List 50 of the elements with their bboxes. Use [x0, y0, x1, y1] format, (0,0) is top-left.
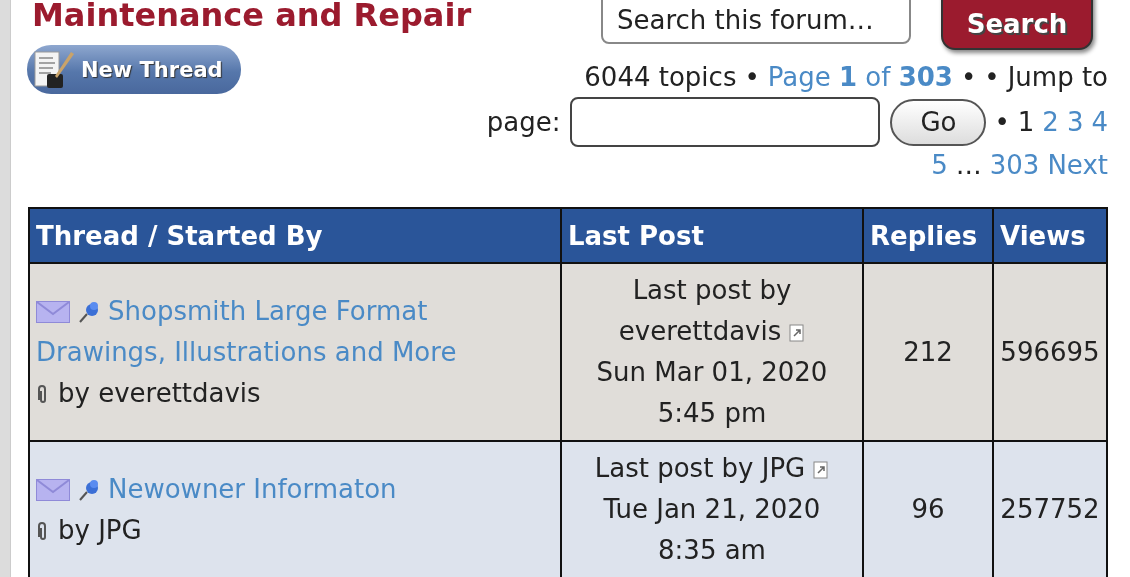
last-post-author: JPG — [761, 453, 806, 483]
bullet-separator: • — [960, 61, 977, 94]
go-button[interactable]: Go — [890, 98, 987, 146]
thread-title-link[interactable]: Shopsmith Large Format Drawings, Illustrations and More — [36, 290, 554, 373]
page-number[interactable]: 4 — [1091, 100, 1108, 144]
page-number[interactable]: 5 — [931, 144, 948, 187]
page-number[interactable]: 2 — [1042, 100, 1059, 144]
page-number[interactable]: 1 — [1017, 100, 1035, 144]
thread-starter: by everettdavis — [58, 377, 261, 408]
bullet-separator: • — [994, 105, 1010, 139]
forum-title: Maintenance and Repair — [32, 0, 473, 34]
jump-to-page-field[interactable] — [570, 97, 881, 147]
page-link[interactable]: Next — [1047, 144, 1108, 187]
pagination-text: Jump to — [1007, 61, 1108, 94]
pagination-text: … — [955, 149, 982, 182]
column-header[interactable]: Replies — [864, 209, 992, 262]
replies-count: 212 — [903, 335, 953, 369]
pin-icon — [78, 301, 100, 323]
envelope-icon — [36, 301, 70, 323]
page-number[interactable]: 3 — [1066, 100, 1084, 144]
last-post-time: 5:45 pm — [657, 397, 767, 430]
thread-title-link[interactable]: Newowner Informaton — [36, 468, 397, 510]
last-post-date: Tue Jan 21, 2020 — [603, 493, 821, 526]
page-link[interactable]: Page 1 of 303 — [767, 56, 953, 99]
paperclip-icon — [36, 384, 48, 404]
replies-count: 96 — [911, 493, 945, 526]
last-post-label: Last post by — [632, 275, 792, 305]
thread-starter: by JPG — [58, 514, 142, 545]
column-header[interactable]: Views — [994, 209, 1106, 262]
views-count: 596695 — [1000, 335, 1100, 369]
search-button[interactable]: Search — [941, 0, 1093, 50]
column-header[interactable]: Last Post — [562, 209, 862, 262]
views-count: 257752 — [1000, 493, 1100, 526]
paperclip-icon — [36, 521, 48, 541]
pin-icon — [78, 479, 100, 501]
search-field[interactable]: Search this forum… — [601, 0, 911, 44]
page-number[interactable]: 303 — [989, 144, 1040, 187]
pagination-text: page: — [486, 105, 561, 139]
last-post-author: everettdavis — [618, 316, 782, 346]
column-header[interactable]: Thread / Started By — [30, 209, 560, 262]
envelope-icon — [36, 479, 70, 501]
view-post-icon[interactable] — [813, 460, 830, 479]
bullet-separator: • — [744, 61, 760, 94]
last-post-time: 8:35 am — [658, 534, 766, 567]
bullet-separator: • — [984, 61, 1000, 94]
last-post-date: Sun Mar 01, 2020 — [596, 356, 828, 389]
pagination-text: 6044 topics — [584, 61, 737, 94]
view-post-icon[interactable] — [789, 323, 806, 342]
last-post-label: Last post by — [594, 453, 754, 483]
new-thread-button[interactable]: New Thread — [27, 45, 241, 94]
